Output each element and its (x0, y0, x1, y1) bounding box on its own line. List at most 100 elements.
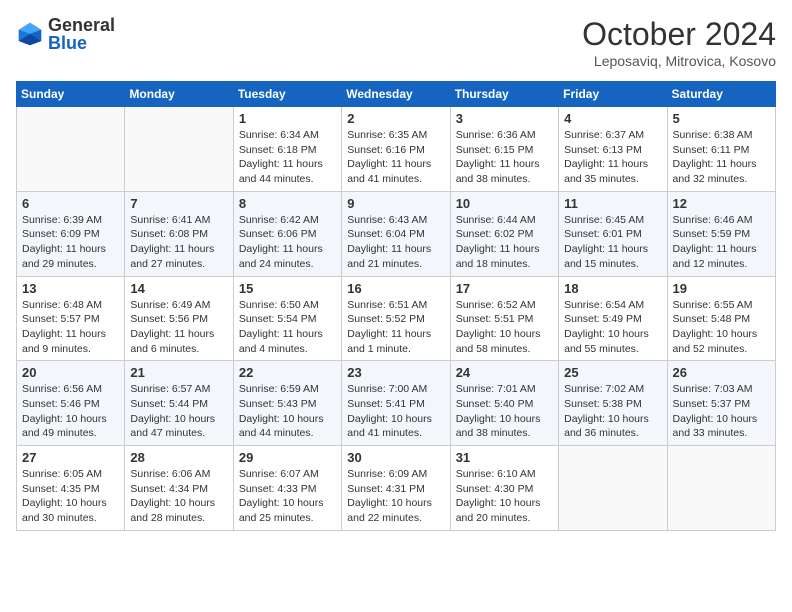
table-row: 21 Sunrise: 6:57 AM Sunset: 5:44 PM Dayli… (125, 361, 233, 446)
table-row: 9 Sunrise: 6:43 AM Sunset: 6:04 PM Daylig… (342, 191, 450, 276)
day-number: 16 (347, 281, 444, 296)
col-tuesday: Tuesday (233, 82, 341, 107)
table-row: 13Sunrise: 6:48 AM Sunset: 5:57 PM Dayli… (17, 276, 125, 361)
day-info: Sunrise: 6:56 AM Sunset: 5:46 PM Dayligh… (22, 382, 119, 441)
day-number: 17 (456, 281, 553, 296)
table-row: 6Sunrise: 6:39 AM Sunset: 6:09 PM Daylig… (17, 191, 125, 276)
day-number: 10 (456, 196, 553, 211)
day-number: 9 (347, 196, 444, 211)
table-row: 10Sunrise: 6:44 AM Sunset: 6:02 PM Dayli… (450, 191, 558, 276)
table-row: 22Sunrise: 6:59 AM Sunset: 5:43 PM Dayli… (233, 361, 341, 446)
logo: General Blue (16, 16, 115, 52)
table-row: 25 Sunrise: 7:02 AM Sunset: 5:38 PM Dayli… (559, 361, 667, 446)
day-number: 28 (130, 450, 227, 465)
day-info: Sunrise: 6:51 AM Sunset: 5:52 PM Dayligh… (347, 298, 444, 357)
col-thursday: Thursday (450, 82, 558, 107)
calendar-week-row: 27 Sunrise: 6:05 AM Sunset: 4:35 PM Dayli… (17, 446, 776, 531)
day-info: Sunrise: 6:52 AM Sunset: 5:51 PM Dayligh… (456, 298, 553, 357)
day-number: 19 (673, 281, 770, 296)
day-info: Sunrise: 6:41 AM Sunset: 6:08 PM Dayligh… (130, 213, 227, 272)
day-info: Sunrise: 6:36 AM Sunset: 6:15 PM Dayligh… (456, 128, 553, 187)
table-row: 15 Sunrise: 6:50 AM Sunset: 5:54 PM Dayli… (233, 276, 341, 361)
page-header: General Blue October 2024 Leposaviq, Mit… (16, 16, 776, 69)
day-number: 15 (239, 281, 336, 296)
day-info: Sunrise: 6:57 AM Sunset: 5:44 PM Dayligh… (130, 382, 227, 441)
day-number: 4 (564, 111, 661, 126)
month-title: October 2024 (582, 16, 776, 53)
day-number: 21 (130, 365, 227, 380)
day-number: 13 (22, 281, 119, 296)
table-row: 29Sunrise: 6:07 AM Sunset: 4:33 PM Dayli… (233, 446, 341, 531)
day-number: 14 (130, 281, 227, 296)
table-row: 19 Sunrise: 6:55 AM Sunset: 5:48 PM Dayli… (667, 276, 775, 361)
day-number: 12 (673, 196, 770, 211)
day-number: 20 (22, 365, 119, 380)
table-row (125, 107, 233, 192)
day-number: 7 (130, 196, 227, 211)
table-row: 2 Sunrise: 6:35 AM Sunset: 6:16 PM Daylig… (342, 107, 450, 192)
day-info: Sunrise: 6:43 AM Sunset: 6:04 PM Dayligh… (347, 213, 444, 272)
day-info: Sunrise: 6:06 AM Sunset: 4:34 PM Dayligh… (130, 467, 227, 526)
day-info: Sunrise: 6:39 AM Sunset: 6:09 PM Dayligh… (22, 213, 119, 272)
day-info: Sunrise: 6:49 AM Sunset: 5:56 PM Dayligh… (130, 298, 227, 357)
table-row: 30 Sunrise: 6:09 AM Sunset: 4:31 PM Dayli… (342, 446, 450, 531)
logo-text: General Blue (48, 16, 115, 52)
day-info: Sunrise: 7:03 AM Sunset: 5:37 PM Dayligh… (673, 382, 770, 441)
day-info: Sunrise: 6:38 AM Sunset: 6:11 PM Dayligh… (673, 128, 770, 187)
table-row: 27 Sunrise: 6:05 AM Sunset: 4:35 PM Dayli… (17, 446, 125, 531)
calendar-page: General Blue October 2024 Leposaviq, Mit… (0, 0, 792, 612)
table-row: 5Sunrise: 6:38 AM Sunset: 6:11 PM Daylig… (667, 107, 775, 192)
day-info: Sunrise: 6:45 AM Sunset: 6:01 PM Dayligh… (564, 213, 661, 272)
day-info: Sunrise: 7:00 AM Sunset: 5:41 PM Dayligh… (347, 382, 444, 441)
table-row: 1Sunrise: 6:34 AM Sunset: 6:18 PM Daylig… (233, 107, 341, 192)
table-row: 23 Sunrise: 7:00 AM Sunset: 5:41 PM Dayli… (342, 361, 450, 446)
logo-general-text: General (48, 16, 115, 34)
table-row (667, 446, 775, 531)
table-row: 28 Sunrise: 6:06 AM Sunset: 4:34 PM Dayli… (125, 446, 233, 531)
day-info: Sunrise: 6:10 AM Sunset: 4:30 PM Dayligh… (456, 467, 553, 526)
day-number: 8 (239, 196, 336, 211)
day-number: 25 (564, 365, 661, 380)
day-number: 2 (347, 111, 444, 126)
table-row: 3Sunrise: 6:36 AM Sunset: 6:15 PM Daylig… (450, 107, 558, 192)
day-info: Sunrise: 6:54 AM Sunset: 5:49 PM Dayligh… (564, 298, 661, 357)
day-info: Sunrise: 6:46 AM Sunset: 5:59 PM Dayligh… (673, 213, 770, 272)
table-row: 11Sunrise: 6:45 AM Sunset: 6:01 PM Dayli… (559, 191, 667, 276)
table-row: 31Sunrise: 6:10 AM Sunset: 4:30 PM Dayli… (450, 446, 558, 531)
day-number: 18 (564, 281, 661, 296)
day-number: 26 (673, 365, 770, 380)
day-number: 27 (22, 450, 119, 465)
day-info: Sunrise: 6:42 AM Sunset: 6:06 PM Dayligh… (239, 213, 336, 272)
table-row: 26 Sunrise: 7:03 AM Sunset: 5:37 PM Dayli… (667, 361, 775, 446)
day-info: Sunrise: 6:35 AM Sunset: 6:16 PM Dayligh… (347, 128, 444, 187)
day-info: Sunrise: 6:09 AM Sunset: 4:31 PM Dayligh… (347, 467, 444, 526)
table-row: 12 Sunrise: 6:46 AM Sunset: 5:59 PM Dayli… (667, 191, 775, 276)
table-row: 8 Sunrise: 6:42 AM Sunset: 6:06 PM Daylig… (233, 191, 341, 276)
col-saturday: Saturday (667, 82, 775, 107)
table-row: 4Sunrise: 6:37 AM Sunset: 6:13 PM Daylig… (559, 107, 667, 192)
calendar-week-row: 6Sunrise: 6:39 AM Sunset: 6:09 PM Daylig… (17, 191, 776, 276)
day-info: Sunrise: 6:59 AM Sunset: 5:43 PM Dayligh… (239, 382, 336, 441)
day-info: Sunrise: 6:55 AM Sunset: 5:48 PM Dayligh… (673, 298, 770, 357)
day-info: Sunrise: 6:05 AM Sunset: 4:35 PM Dayligh… (22, 467, 119, 526)
table-row: 20 Sunrise: 6:56 AM Sunset: 5:46 PM Dayli… (17, 361, 125, 446)
calendar-week-row: 1Sunrise: 6:34 AM Sunset: 6:18 PM Daylig… (17, 107, 776, 192)
table-row (559, 446, 667, 531)
day-number: 23 (347, 365, 444, 380)
logo-icon (16, 20, 44, 48)
day-number: 30 (347, 450, 444, 465)
table-row (17, 107, 125, 192)
col-friday: Friday (559, 82, 667, 107)
calendar-week-row: 20 Sunrise: 6:56 AM Sunset: 5:46 PM Dayli… (17, 361, 776, 446)
col-sunday: Sunday (17, 82, 125, 107)
day-number: 29 (239, 450, 336, 465)
table-row: 17 Sunrise: 6:52 AM Sunset: 5:51 PM Dayli… (450, 276, 558, 361)
day-info: Sunrise: 7:02 AM Sunset: 5:38 PM Dayligh… (564, 382, 661, 441)
calendar-week-row: 13Sunrise: 6:48 AM Sunset: 5:57 PM Dayli… (17, 276, 776, 361)
day-info: Sunrise: 7:01 AM Sunset: 5:40 PM Dayligh… (456, 382, 553, 441)
logo-blue-text: Blue (48, 34, 115, 52)
col-wednesday: Wednesday (342, 82, 450, 107)
table-row: 7 Sunrise: 6:41 AM Sunset: 6:08 PM Daylig… (125, 191, 233, 276)
calendar-table: Sunday Monday Tuesday Wednesday Thursday… (16, 81, 776, 531)
day-info: Sunrise: 6:50 AM Sunset: 5:54 PM Dayligh… (239, 298, 336, 357)
